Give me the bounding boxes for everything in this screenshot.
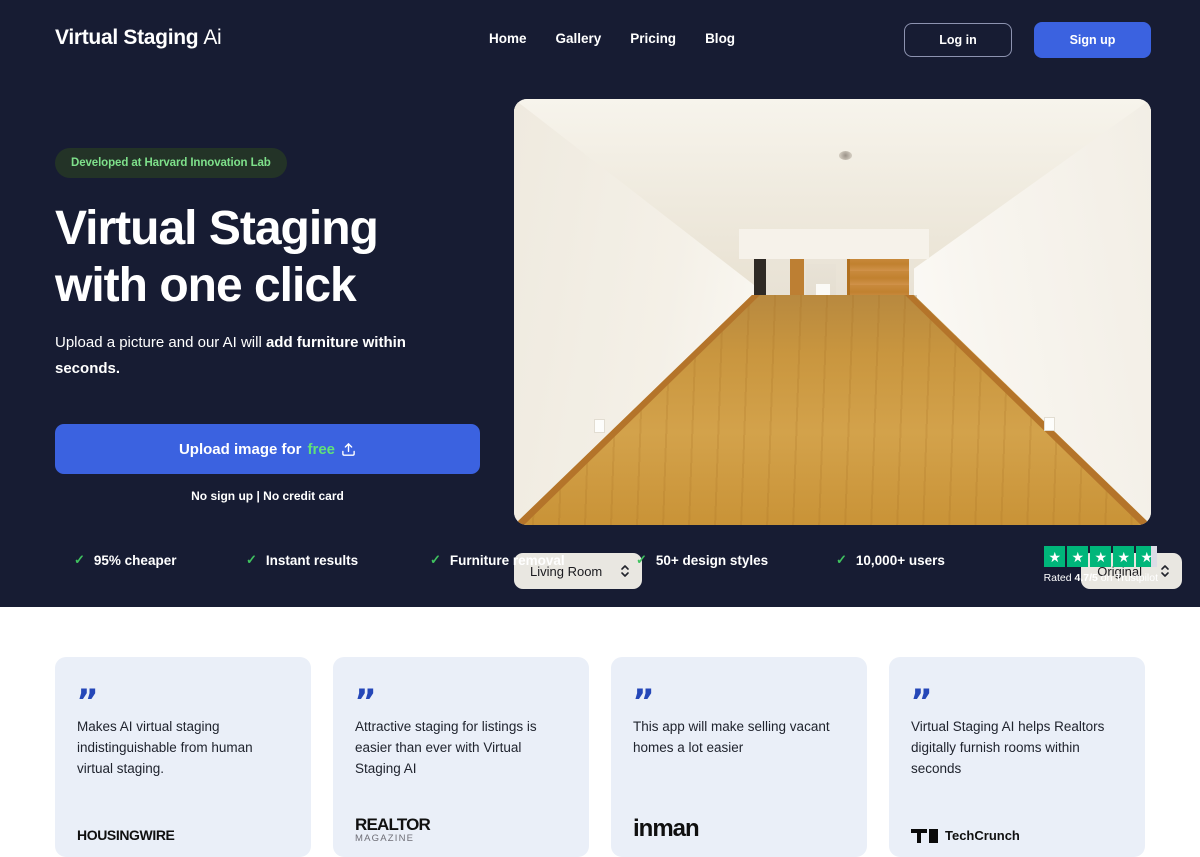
feature-label: Furniture removal: [449, 552, 565, 568]
hero-section: Virtual Staging Ai Home Gallery Pricing B…: [0, 0, 1200, 607]
trustpilot-label: Rated 4.7/5 on Trustpilot: [1044, 572, 1158, 584]
headline-line-1: Virtual Staging: [55, 202, 379, 255]
testimonial-card-techcrunch: „ Virtual Staging AI helps Realtors digi…: [889, 657, 1145, 857]
hero-subtitle: Upload a picture and our AI will add fur…: [55, 330, 450, 382]
publication-logo-techcrunch: TechCrunch: [911, 828, 1020, 843]
page-title: Virtual Staging with one click: [55, 200, 485, 314]
star-icon-1: ★: [1044, 546, 1066, 567]
testimonial-card-housingwire: „ Makes AI virtual staging indistinguish…: [55, 657, 311, 857]
upload-icon: [342, 442, 355, 456]
rating-suffix: on Trustpilot: [1097, 572, 1158, 584]
cta-free-label: free: [307, 440, 336, 458]
testimonial-quote: Virtual Staging AI helps Realtors digita…: [911, 719, 1105, 776]
brand-name-light: Ai: [203, 26, 222, 49]
feature-label: 95% cheaper: [93, 552, 177, 568]
testimonials-section: „ Makes AI virtual staging indistinguish…: [0, 607, 1200, 857]
feature-label: Instant results: [265, 552, 359, 568]
quote-icon: „: [77, 664, 100, 704]
feature-item-removal: ✓ Furniture removal: [430, 552, 565, 568]
check-icon: ✓: [246, 552, 257, 567]
feature-item-users: ✓ 10,000+ users: [836, 552, 945, 568]
publication-name: inman: [633, 815, 700, 842]
harvard-badge: Developed at Harvard Innovation Lab: [55, 148, 287, 178]
brand-logo[interactable]: Virtual Staging Ai: [55, 26, 222, 50]
ceiling-light-icon: [839, 151, 852, 160]
testimonial-quote: Makes AI virtual staging indistinguishab…: [77, 719, 253, 776]
check-icon: ✓: [836, 552, 847, 567]
cta-subtext: No sign up | No credit card: [191, 489, 344, 503]
wall-outlet-right: [1044, 417, 1055, 431]
quote-icon: „: [355, 664, 378, 704]
star-rating: ★ ★ ★ ★ ★: [1044, 546, 1158, 567]
publication-logo-housingwire: HOUSINGWIRE: [77, 827, 175, 843]
nav-link-gallery[interactable]: Gallery: [556, 31, 602, 46]
quote-icon: „: [911, 664, 934, 704]
star-icon-5-partial: ★: [1136, 546, 1158, 567]
signup-button[interactable]: Sign up: [1034, 22, 1151, 58]
upload-image-button[interactable]: Upload image for free: [55, 424, 480, 474]
check-icon: ✓: [74, 552, 85, 567]
rating-value: 4.7/5: [1074, 572, 1098, 584]
star-icon-4: ★: [1113, 546, 1135, 567]
feature-label: 50+ design styles: [655, 552, 769, 568]
room-beam: [739, 229, 929, 259]
star-icon-2: ★: [1067, 546, 1089, 567]
feature-item-instant: ✓ Instant results: [246, 552, 358, 568]
feature-label: 10,000+ users: [855, 552, 945, 568]
empty-room-illustration: [514, 99, 1151, 525]
publication-logo-inman: inman: [633, 815, 700, 843]
brand-name-bold: Virtual Staging: [55, 26, 199, 49]
testimonial-card-inman: „ This app will make selling vacant home…: [611, 657, 867, 857]
trustpilot-rating[interactable]: ★ ★ ★ ★ ★ Rated 4.7/5 on Trustpilot: [1044, 546, 1158, 584]
subtitle-plain: Upload a picture and our AI will: [55, 334, 266, 351]
publication-name: TechCrunch: [945, 828, 1020, 843]
feature-item-styles: ✓ 50+ design styles: [636, 552, 768, 568]
nav-links: Home Gallery Pricing Blog: [489, 31, 735, 46]
check-icon: ✓: [430, 552, 441, 567]
star-icon-3: ★: [1090, 546, 1112, 567]
publication-name-sub: MAGAZINE: [355, 832, 415, 844]
nav-link-blog[interactable]: Blog: [705, 31, 735, 46]
chevron-updown-icon-2: [1160, 563, 1170, 579]
techcrunch-mark-icon: [911, 828, 938, 843]
nav-link-home[interactable]: Home: [489, 31, 527, 46]
publication-name: HOUSINGWIRE: [77, 827, 175, 843]
nav-link-pricing[interactable]: Pricing: [630, 31, 676, 46]
cta-label: Upload image for: [178, 440, 302, 458]
top-navigation: Virtual Staging Ai Home Gallery Pricing B…: [0, 0, 1200, 78]
nav-actions: Log in Sign up: [904, 22, 1151, 58]
publication-name: REALTOR: [355, 814, 431, 834]
check-icon: ✓: [636, 552, 647, 567]
login-button[interactable]: Log in: [904, 23, 1012, 57]
feature-item-cheaper: ✓ 95% cheaper: [74, 552, 176, 568]
headline-line-2: with one click: [55, 259, 357, 312]
wall-outlet-left: [594, 419, 605, 433]
hero-left-column: Developed at Harvard Innovation Lab Virt…: [55, 148, 485, 503]
testimonial-card-realtor: „ Attractive staging for listings is eas…: [333, 657, 589, 857]
testimonial-quote: This app will make selling vacant homes …: [633, 719, 830, 755]
chevron-updown-icon: [620, 563, 630, 579]
testimonial-quote: Attractive staging for listings is easie…: [355, 719, 537, 776]
hero-room-image: [514, 99, 1151, 525]
rating-prefix: Rated: [1043, 572, 1075, 584]
publication-logo-realtor: REALTOR MAGAZINE: [355, 814, 431, 844]
quote-icon: „: [633, 664, 656, 704]
